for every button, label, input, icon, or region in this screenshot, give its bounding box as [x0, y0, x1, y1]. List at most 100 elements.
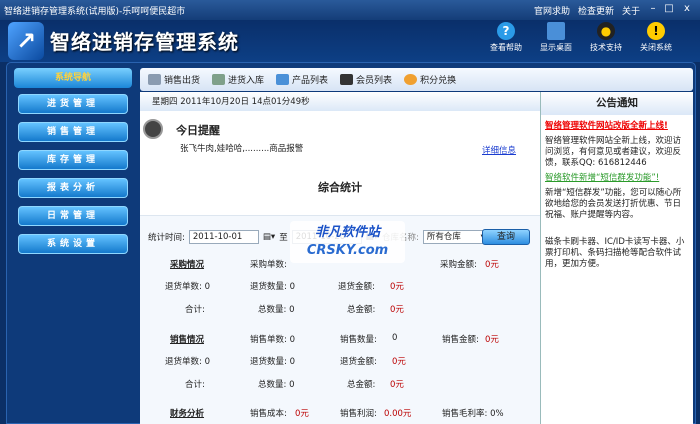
notice-headline[interactable]: 智络软件新增“短信群发功能”! [545, 173, 689, 184]
label: 会员列表 [356, 76, 393, 86]
sales-out-button[interactable]: 销售出货 [148, 73, 200, 86]
about-link[interactable]: 关于 [622, 4, 640, 17]
sales-count: 销售单数: 0 [250, 335, 295, 345]
gauge-icon [143, 119, 163, 139]
sales-amount-label: 销售金额: [442, 335, 479, 345]
watermark-line1: 非凡软件站 [314, 225, 380, 240]
date-label: 统计时间: [148, 233, 185, 243]
sidebar-item-reports[interactable]: 报表分析 [18, 178, 128, 198]
purchase-in-button[interactable]: 进货入库 [212, 73, 264, 86]
watermark-line2: CRSKY.com [306, 243, 389, 258]
notice-body: 智络管理软件网站全新上线，欢迎访问浏览，有何意见或者建议，欢迎反馈，联系QQ: … [545, 136, 682, 168]
notice-body: 新增“短信群发”功能，您可以随心所欲地给您的会员发送打折优惠、节日祝福、账户提醒… [545, 188, 682, 220]
member-list-button[interactable]: 会员列表 [340, 73, 392, 86]
purchase-total-qty: 总数量: 0 [258, 305, 295, 315]
product-list-button[interactable]: 产品列表 [276, 73, 328, 86]
purchase-return-qty: 退货数量: 0 [250, 282, 295, 292]
sales-return-qty: 退货数量: 0 [250, 357, 295, 367]
title-bar: 智络进销存管理系统(试用版)-乐呵呵便民超市 官网求助 检查更新 关于 – □ … [0, 0, 700, 20]
label: 进货入库 [228, 76, 265, 86]
button-label: 查看帮助 [490, 43, 522, 52]
label: 产品列表 [292, 76, 329, 86]
sales-return-amount: 0元 [392, 357, 406, 367]
sidebar-item-settings[interactable]: 系统设置 [18, 234, 128, 254]
purchase-icon [212, 74, 226, 85]
sales-section-title: 销售情况 [170, 335, 205, 345]
sidebar-item-purchase[interactable]: 进货管理 [18, 94, 128, 114]
sidebar-heading: 系统导航 [14, 68, 132, 88]
sidebar: 系统导航 进货管理 销售管理 库存管理 报表分析 日常管理 系统设置 [10, 66, 136, 424]
close-system-button[interactable]: ! 关闭系统 [634, 22, 678, 53]
purchase-total-amount-label: 总金额: [347, 305, 376, 315]
purchase-return-count: 退货单数: 0 [165, 282, 210, 292]
close-icon[interactable]: x [680, 3, 694, 15]
warehouse-select[interactable]: 所有仓库 [427, 231, 461, 243]
purchase-return-amount: 0元 [390, 282, 404, 292]
sidebar-item-inventory[interactable]: 库存管理 [18, 150, 128, 170]
profit-label: 销售利润: [340, 409, 377, 419]
notice-title: 公告通知 [541, 92, 693, 115]
app-header: ↗ 智络进销存管理系统 ? 查看帮助 显示桌面 ● 技术支持 ! 关闭系统 [0, 20, 700, 62]
purchase-amount: 0元 [485, 260, 499, 270]
logo-icon: ↗ [8, 22, 44, 60]
toolbar: 销售出货 进货入库 产品列表 会员列表 积分兑换 [140, 68, 693, 91]
button-label: 技术支持 [590, 43, 622, 52]
sidebar-item-daily[interactable]: 日常管理 [18, 206, 128, 226]
cost-label: 销售成本: [250, 409, 287, 419]
sales-total-amount-label: 总金额: [347, 380, 376, 390]
app-title: 智络进销存管理系统 [50, 30, 239, 54]
purchase-amount-label: 采购金额: [440, 260, 477, 270]
sales-total-label: 合计: [185, 380, 205, 390]
sales-qty-label: 销售数量: [340, 335, 377, 345]
start-date-input[interactable]: 2011-10-01 [188, 230, 259, 244]
sidebar-item-sales[interactable]: 销售管理 [18, 122, 128, 142]
show-desktop-button[interactable]: 显示桌面 [534, 22, 578, 53]
sales-amount: 0元 [485, 335, 499, 345]
qq-penguin-icon: ● [597, 22, 615, 40]
main-content: 今日提醒 张飞牛肉,娃哈哈,.........商品报警 详细信息 综合统计 统计… [140, 111, 540, 424]
purchase-total-label: 合计: [185, 305, 205, 315]
maximize-icon[interactable]: □ [662, 3, 676, 15]
minimize-icon[interactable]: – [646, 3, 660, 15]
profit-value: 0.00元 [384, 409, 412, 419]
refresh-icon [404, 74, 418, 85]
finance-section-title: 财务分析 [170, 409, 205, 419]
purchase-section-title: 采购情况 [170, 260, 205, 270]
to-label: 至 [279, 233, 288, 243]
purchase-count-label: 采购单数: [250, 260, 287, 270]
gross-margin: 销售毛利率: 0% [442, 409, 504, 419]
purchase-return-amount-label: 退货金额: [338, 282, 375, 292]
notice-panel: 公告通知 智络管理软件网站改版全新上线! 智络管理软件网站全新上线，欢迎访问浏览… [540, 92, 693, 424]
points-exchange-button[interactable]: 积分兑换 [404, 73, 456, 86]
summary-title: 综合统计 [318, 181, 362, 194]
warning-icon: ! [647, 22, 665, 40]
reminder-title: 今日提醒 [176, 124, 220, 137]
calendar-icon[interactable]: ▤▾ [263, 232, 275, 242]
reminder-text: 张飞牛肉,娃哈哈,.........商品报警 [180, 144, 304, 154]
check-update-link[interactable]: 检查更新 [578, 4, 614, 17]
folder-icon [276, 74, 290, 85]
sales-total-qty: 总数量: 0 [258, 380, 295, 390]
purchase-total-amount: 0元 [390, 305, 404, 315]
detail-link[interactable]: 详细信息 [482, 144, 516, 156]
cost-value: 0元 [295, 409, 309, 419]
sales-qty: 0 [392, 333, 398, 343]
window-title: 智络进销存管理系统(试用版)-乐呵呵便民超市 [4, 7, 186, 17]
question-icon: ? [497, 22, 515, 40]
help-link[interactable]: 官网求助 [534, 4, 570, 17]
button-label: 关闭系统 [640, 43, 672, 52]
view-help-button[interactable]: ? 查看帮助 [484, 22, 528, 53]
sales-total-amount: 0元 [390, 380, 404, 390]
tech-support-button[interactable]: ● 技术支持 [584, 22, 628, 53]
label: 销售出货 [164, 76, 201, 86]
sales-icon [148, 74, 161, 85]
button-label: 显示桌面 [540, 43, 572, 52]
stats-panel: 统计时间: 2011-10-01 ▤▾ 至 2011-10-20 ▤▾ 仓库名称… [140, 215, 540, 424]
date-bar: 星期四 2011年10月20日 14点01分49秒 [140, 92, 540, 111]
notice-headline[interactable]: 智络管理软件网站改版全新上线! [545, 121, 689, 132]
query-button[interactable]: 查询 [482, 229, 530, 245]
sales-return-count: 退货单数: 0 [165, 357, 210, 367]
label: 积分兑换 [420, 76, 457, 86]
notice-body: 磁条卡刷卡器、IC/ID卡读写卡器、小票打印机、条码扫描枪等配合软件试用，更加方… [545, 237, 685, 269]
members-icon [340, 74, 354, 85]
